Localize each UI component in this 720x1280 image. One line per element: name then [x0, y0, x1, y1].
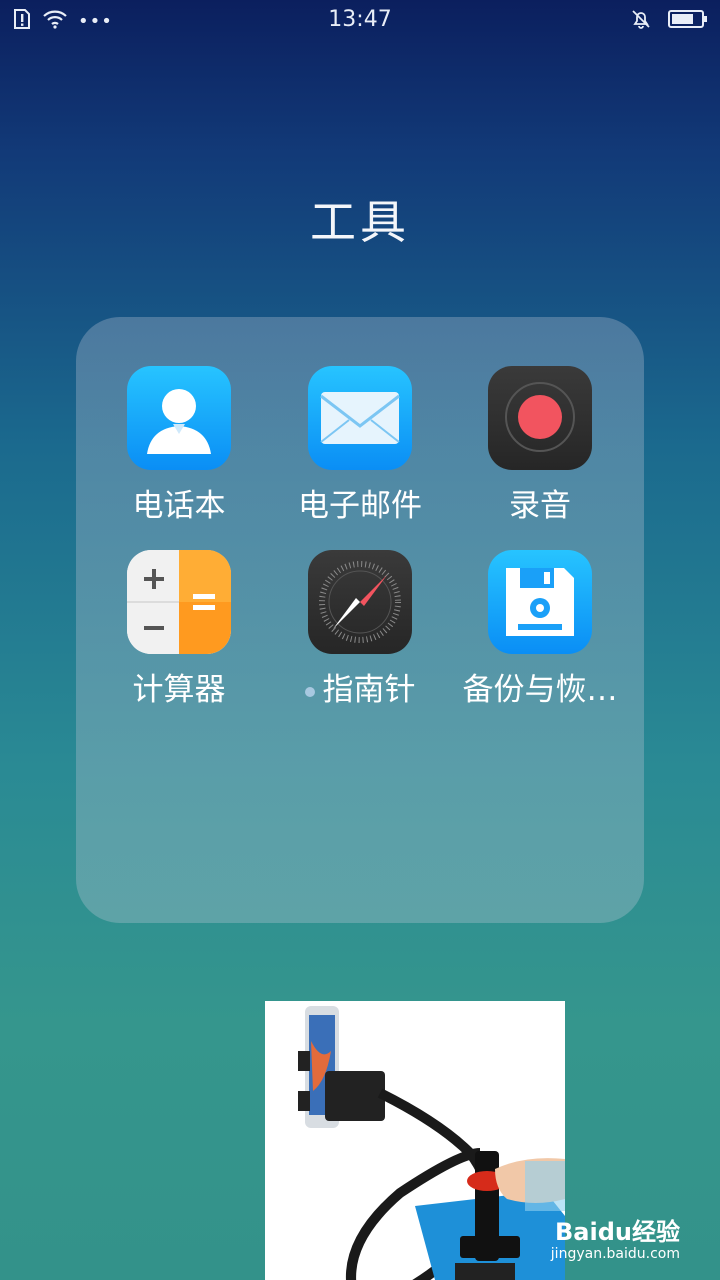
calculator-icon — [127, 550, 231, 654]
mail-icon — [308, 366, 412, 470]
app-label: 电子邮件 — [298, 488, 422, 524]
compass-icon — [308, 550, 412, 654]
app-compass[interactable]: 指南针 — [270, 550, 450, 709]
baidu-watermark: Baidu经验 — [555, 1218, 680, 1246]
app-contacts[interactable]: 电话本 — [89, 366, 269, 525]
status-right — [630, 8, 708, 34]
app-backup[interactable]: 备份与恢… — [450, 550, 630, 709]
app-email[interactable]: 电子邮件 — [270, 366, 450, 525]
app-label: 电话本 — [132, 488, 226, 524]
status-bar: ••• 13:47 — [0, 0, 720, 40]
product-photo — [265, 1001, 565, 1280]
app-calculator[interactable]: 计算器 — [89, 550, 269, 709]
app-label: 备份与恢… — [462, 672, 618, 708]
recorder-icon — [488, 366, 592, 470]
bell-muted-icon — [630, 8, 652, 34]
new-badge-dot — [304, 686, 315, 697]
app-label: 录音 — [509, 488, 571, 524]
app-label: 计算器 — [132, 672, 226, 708]
contacts-icon — [127, 366, 231, 470]
status-time: 13:47 — [328, 7, 392, 32]
folder-title[interactable]: 工具 — [0, 186, 720, 252]
folder-panel: 电话本 电子邮件 录音 计算器 指南针 备份与恢… — [76, 317, 644, 923]
app-recorder[interactable]: 录音 — [450, 366, 630, 525]
backup-icon — [488, 550, 592, 654]
battery-icon — [668, 9, 708, 33]
app-label: 指南针 — [270, 664, 450, 709]
app-label-text: 指南针 — [322, 672, 416, 708]
baidu-watermark-url: jingyan.baidu.com — [550, 1246, 680, 1262]
